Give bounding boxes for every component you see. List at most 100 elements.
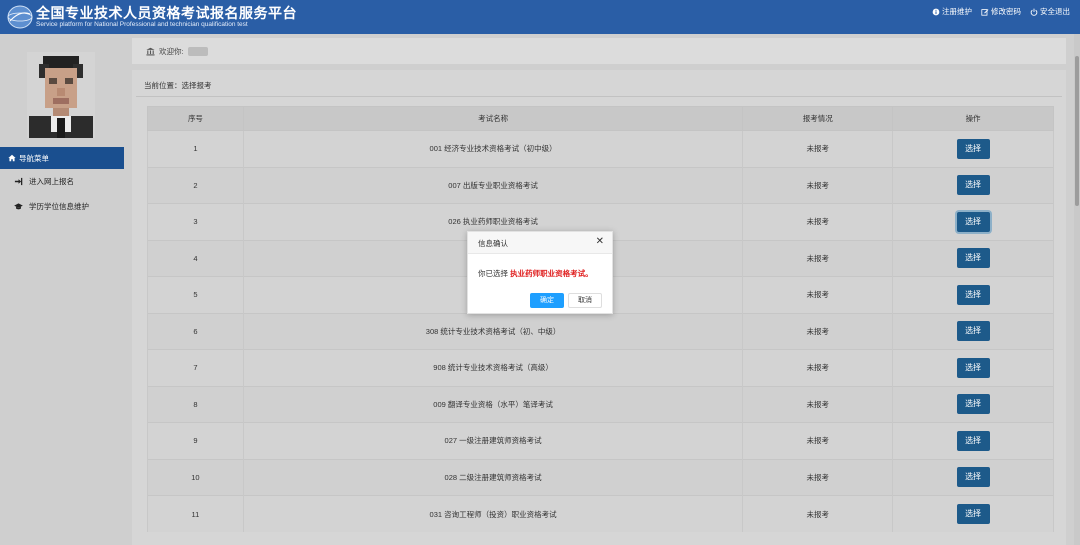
row-exam-name-cell: 031 咨询工程师（投资）职业资格考试 [242,495,744,532]
row-status-cell: 未报考 [742,166,894,204]
select-exam-button[interactable]: 选择 [956,211,990,232]
row-status-cell: 未报考 [742,458,894,496]
row-action-cell: 选择 [892,130,1054,167]
exam-table: 序号 考试名称 报考情况 操作 1 001 经济专业技术资格考试（初中级） 未报考选… [147,106,1054,532]
row-seq-cell: 10 [147,458,244,496]
row-status-cell: 未报考 [742,495,894,532]
breadcrumb: 当前位置：选择报考 [144,81,212,90]
table-row: 8 009 翻译专业资格（水平）笔译考试 未报考 选择 [147,385,1054,423]
row-action-cell: 选择 [892,495,1054,532]
row-seq-cell: 6 [147,312,244,350]
platform-logo [7,5,33,29]
row-exam-name-cell: 007 出版专业职业资格考试 [242,166,744,204]
change-password-link[interactable]: 修改密码 [981,6,1021,17]
welcome-label: 欢迎你: [159,46,184,56]
register-maintain-link[interactable]: 注册维护 [932,6,972,17]
table-row: 7 908 统计专业技术资格考试（高级） 未报考 选择 [147,349,1054,386]
select-exam-button[interactable]: 选择 [956,357,990,378]
register-maintain-label: 注册维护 [942,7,972,16]
dialog-message-prefix: 你已选择 [478,269,511,278]
row-exam-name-cell: 009 翻译专业资格（水平）笔译考试 [242,385,744,423]
row-seq-cell: 2 [147,166,244,204]
table-header-row: 序号 考试名称 报考情况 操作 [147,106,1054,131]
change-password-label: 修改密码 [991,7,1021,16]
table-row: 1 001 经济专业技术资格考试（初中级） 未报考 选择 [147,130,1054,167]
sign-in-icon [14,177,23,185]
table-row: 2 007 出版专业职业资格考试 未报考 选择 [147,166,1054,204]
select-exam-button[interactable]: 选择 [956,284,990,305]
row-status-cell: 未报考 [742,130,894,167]
edit-icon [981,8,989,16]
dialog-header: 信息确认 ✕ [468,232,612,254]
breadcrumb-divider [136,96,1062,97]
row-seq-cell: 9 [147,422,244,459]
select-exam-button[interactable]: 选择 [956,321,990,342]
table-body: 1 001 经济专业技术资格考试（初中级） 未报考 选择 2 007 出版专业职业资格考试… [147,130,1054,532]
platform-title: 全国专业技术人员资格考试报名服务平台 [36,5,297,21]
row-seq-cell: 7 [147,349,244,386]
select-exam-button[interactable]: 选择 [956,467,990,488]
nav-menu-header: 导航菜单 [0,147,124,169]
dialog-title: 信息确认 [478,239,508,248]
row-action-cell: 选择 [892,458,1054,496]
sidebar-item-label: 进入网上报名 [29,176,74,186]
row-status-cell: 未报考 [742,312,894,350]
row-status-cell: 未报考 [742,276,894,313]
sidebar-item-online-registration[interactable]: 进入网上报名 [0,169,124,193]
home-icon [8,154,16,162]
power-icon [1030,8,1038,16]
select-exam-button[interactable]: 选择 [956,394,990,415]
confirm-dialog: 信息确认 ✕ 你已选择 执业药师职业资格考试。 确定 取消 [467,231,613,314]
bank-icon [146,47,155,55]
logout-label: 安全退出 [1040,7,1070,16]
cancel-button[interactable]: 取消 [568,293,602,308]
row-seq-cell: 8 [147,385,244,423]
row-status-cell: 未报考 [742,239,894,277]
select-exam-button[interactable]: 选择 [956,248,990,269]
avatar [27,52,95,138]
row-action-cell: 选择 [892,239,1054,277]
row-action-cell: 选择 [892,203,1054,240]
col-header-status: 报考情况 [742,106,894,131]
row-seq-cell: 1 [147,130,244,167]
confirm-button[interactable]: 确定 [530,293,564,308]
row-action-cell: 选择 [892,166,1054,204]
row-status-cell: 未报考 [742,203,894,240]
logout-link[interactable]: 安全退出 [1030,6,1070,17]
table-row: 9 027 一级注册建筑师资格考试 未报考 选择 [147,422,1054,459]
sidebar-item-education-info[interactable]: 学历学位信息维护 [0,194,124,218]
select-exam-button[interactable]: 选择 [956,138,990,159]
row-status-cell: 未报考 [742,385,894,423]
col-header-action: 操作 [892,106,1054,131]
page-scrollbar[interactable] [1074,34,1080,545]
row-seq-cell: 3 [147,203,244,240]
row-seq-cell: 11 [147,495,244,532]
platform-subtitle: Service platform for National Profession… [36,21,248,28]
info-circle-icon [932,8,940,15]
select-exam-button[interactable]: 选择 [956,430,990,451]
row-action-cell: 选择 [892,385,1054,423]
scrollbar-thumb[interactable] [1075,56,1079,206]
row-exam-name-cell: 027 一级注册建筑师资格考试 [242,422,744,459]
row-status-cell: 未报考 [742,422,894,459]
row-action-cell: 选择 [892,349,1054,386]
dialog-selected-exam: 执业药师职业资格考试。 [510,269,593,278]
row-action-cell: 选择 [892,276,1054,313]
row-exam-name-cell: 028 二级注册建筑师资格考试 [242,458,744,496]
table-row: 10 028 二级注册建筑师资格考试 未报考 选择 [147,458,1054,496]
close-icon[interactable]: ✕ [596,237,604,247]
select-exam-button[interactable]: 选择 [956,175,990,196]
row-exam-name-cell: 908 统计专业技术资格考试（高级） [242,349,744,386]
table-row: 11 031 咨询工程师（投资）职业资格考试 未报考 选择 [147,495,1054,532]
graduation-cap-icon [14,202,23,209]
row-action-cell: 选择 [892,312,1054,350]
row-status-cell: 未报考 [742,349,894,386]
row-seq-cell: 4 [147,239,244,277]
table-row: 6 308 统计专业技术资格考试（初、中级） 未报考 选择 [147,312,1054,350]
row-exam-name-cell: 001 经济专业技术资格考试（初中级） [242,130,744,167]
app-header: 全国专业技术人员资格考试报名服务平台 Service platform for … [0,0,1080,34]
header-links: 注册维护 修改密码 安全退出 [932,6,1070,17]
nav-menu-title: 导航菜单 [19,153,49,163]
sidebar: 导航菜单 进入网上报名 学历学位信息维护 [0,34,124,545]
select-exam-button[interactable]: 选择 [956,504,990,524]
